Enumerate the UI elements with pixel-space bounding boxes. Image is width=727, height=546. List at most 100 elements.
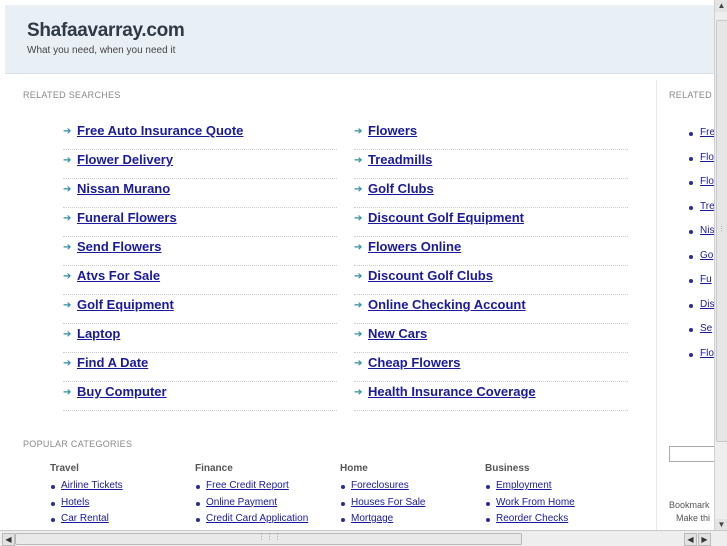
popular-categories-label: POPULAR CATEGORIES (23, 439, 133, 449)
sidebar-link[interactable]: Nis (700, 225, 714, 236)
bullet-icon (689, 328, 693, 332)
bullet-icon (689, 303, 693, 308)
related-search-link[interactable]: Flowers (368, 123, 417, 138)
related-search-link[interactable]: Funeral Flowers (77, 210, 177, 225)
bookmark-text[interactable]: Bookmark (669, 500, 710, 510)
related-search-item[interactable]: ➔ Discount Golf Equipment (354, 207, 628, 237)
category-link[interactable]: Reorder Checks (496, 513, 568, 524)
sidebar-label: RELATED (669, 90, 712, 100)
bullet-icon (341, 518, 345, 522)
related-search-item[interactable]: ➔ Golf Clubs (354, 178, 628, 208)
related-search-link[interactable]: Discount Golf Clubs (368, 268, 493, 283)
related-search-link[interactable]: Find A Date (77, 355, 148, 370)
arrow-right-icon: ➔ (354, 329, 363, 340)
arrow-right-icon: ➔ (354, 387, 363, 398)
related-search-link[interactable]: Free Auto Insurance Quote (77, 123, 243, 138)
category-heading: Travel (50, 463, 79, 474)
related-search-link[interactable]: Send Flowers (77, 239, 162, 254)
related-search-link[interactable]: Treadmills (368, 152, 432, 167)
make-homepage-text[interactable]: Make thi (676, 513, 710, 523)
bullet-icon (689, 254, 693, 259)
arrow-right-icon: ➔ (63, 213, 72, 224)
scroll-left-icon[interactable]: ◀ (2, 533, 15, 546)
scroll-up-icon[interactable]: ▲ (715, 0, 727, 12)
sidebar-link[interactable]: Fre (700, 127, 715, 138)
related-search-link[interactable]: Golf Clubs (368, 181, 434, 196)
category-heading: Home (340, 463, 368, 474)
arrow-right-icon: ➔ (63, 155, 72, 166)
category-link[interactable]: Credit Card Application (206, 513, 308, 524)
related-search-item[interactable]: ➔ Buy Computer (63, 381, 337, 411)
category-link[interactable]: Online Payment (206, 497, 277, 508)
horizontal-grip-icon: ⋮⋮⋮ (258, 534, 282, 541)
arrow-right-icon: ➔ (354, 184, 363, 195)
arrow-right-icon: ➔ (63, 329, 72, 340)
related-search-item[interactable]: ➔ Health Insurance Coverage (354, 381, 628, 411)
sidebar-link[interactable]: Tre (700, 201, 715, 212)
related-search-item[interactable]: ➔ Online Checking Account (354, 294, 628, 324)
scroll-right-icon[interactable]: ▶ (698, 533, 711, 546)
related-search-link[interactable]: Discount Golf Equipment (368, 210, 524, 225)
bullet-icon (689, 352, 693, 357)
bullet-icon (196, 501, 200, 506)
related-search-link[interactable]: Online Checking Account (368, 297, 526, 312)
bullet-icon (51, 518, 55, 522)
related-search-link[interactable]: Laptop (77, 326, 120, 341)
related-search-item[interactable]: ➔ Find A Date (63, 352, 337, 382)
related-search-link[interactable]: Cheap Flowers (368, 355, 460, 370)
related-search-item[interactable]: ➔ Cheap Flowers (354, 352, 628, 382)
related-search-item[interactable]: ➔ Nissan Murano (63, 178, 337, 208)
related-search-item[interactable]: ➔ Golf Equipment (63, 294, 337, 324)
related-search-link[interactable]: Atvs For Sale (77, 268, 160, 283)
horizontal-scrollbar[interactable]: ◀ ⋮⋮⋮ ◀ ▶ (0, 530, 727, 546)
arrow-right-icon: ➔ (63, 358, 72, 369)
arrow-right-icon: ➔ (63, 271, 72, 282)
related-search-link[interactable]: Buy Computer (77, 384, 167, 399)
arrow-right-icon: ➔ (354, 271, 363, 282)
arrow-right-icon: ➔ (354, 155, 363, 166)
category-link[interactable]: Car Rental (61, 513, 109, 524)
related-search-link[interactable]: Nissan Murano (77, 181, 170, 196)
related-search-item[interactable]: ➔ Atvs For Sale (63, 265, 337, 295)
related-search-item[interactable]: ➔ Laptop (63, 323, 337, 353)
related-search-item[interactable]: ➔ Discount Golf Clubs (354, 265, 628, 295)
arrow-right-icon: ➔ (354, 300, 363, 311)
category-link[interactable]: Hotels (61, 497, 89, 508)
sidebar-link[interactable]: Flo (700, 348, 714, 359)
related-search-link[interactable]: Flower Delivery (77, 152, 173, 167)
sidebar-link[interactable]: Dis (700, 299, 714, 310)
related-search-item[interactable]: ➔ New Cars (354, 323, 628, 353)
category-link[interactable]: Employment (496, 480, 552, 491)
category-link[interactable]: Work From Home (496, 497, 575, 508)
arrow-right-icon: ➔ (63, 387, 72, 398)
related-search-item[interactable]: ➔ Flowers Online (354, 236, 628, 266)
arrow-right-icon: ➔ (63, 184, 72, 195)
bullet-icon (689, 279, 693, 283)
related-search-link[interactable]: Golf Equipment (77, 297, 174, 312)
site-title[interactable]: Shafaavarray.com (27, 20, 185, 42)
vertical-grip-icon: ⋮ (718, 226, 726, 233)
related-search-item[interactable]: ➔ Send Flowers (63, 236, 337, 266)
sidebar-link[interactable]: Se (700, 323, 712, 334)
related-search-item[interactable]: ➔ Treadmills (354, 149, 628, 179)
related-search-item[interactable]: ➔ Flowers (354, 120, 628, 150)
related-search-item[interactable]: ➔ Free Auto Insurance Quote (63, 120, 337, 150)
category-link[interactable]: Mortgage (351, 513, 393, 524)
sidebar-link[interactable]: Flo (700, 152, 714, 163)
sidebar-link[interactable]: Flo (700, 176, 714, 187)
related-search-link[interactable]: Health Insurance Coverage (368, 384, 536, 399)
related-search-item[interactable]: ➔ Funeral Flowers (63, 207, 337, 237)
related-search-item[interactable]: ➔ Flower Delivery (63, 149, 337, 179)
vertical-scrollbar[interactable]: ▲ ⋮ ▼ (714, 0, 727, 531)
category-link[interactable]: Houses For Sale (351, 497, 425, 508)
related-search-link[interactable]: Flowers Online (368, 239, 461, 254)
sidebar-link[interactable]: Fu (700, 274, 712, 285)
main-panel: RELATED SEARCHES ➔ Free Auto Insurance Qu… (5, 80, 657, 530)
category-link[interactable]: Airline Tickets (61, 480, 123, 491)
related-search-link[interactable]: New Cars (368, 326, 427, 341)
scroll-left-icon-2[interactable]: ◀ (684, 533, 697, 546)
category-link[interactable]: Free Credit Report (206, 480, 289, 491)
bullet-icon (196, 485, 200, 489)
category-link[interactable]: Foreclosures (351, 480, 409, 491)
sidebar-link[interactable]: Go (700, 250, 713, 261)
